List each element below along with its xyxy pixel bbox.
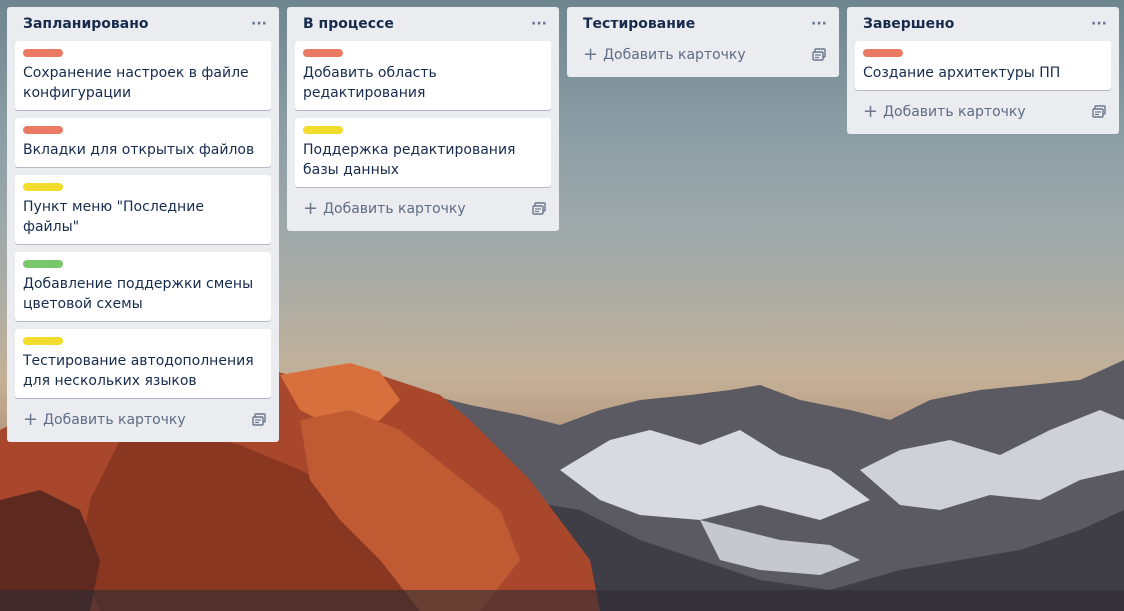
list-testirovanie: Тестирование ··· + Добавить карточку	[567, 7, 839, 77]
plus-icon: +	[583, 44, 599, 65]
card[interactable]: Создание архитектуры ПП	[855, 41, 1111, 90]
card-label-red[interactable]	[23, 49, 63, 57]
list-zaplanirovano: Запланировано ··· Сохранение настроек в …	[7, 7, 279, 442]
create-from-template-icon[interactable]	[811, 47, 827, 63]
list-zaversheno: Завершено ··· Создание архитектуры ПП + …	[847, 7, 1119, 134]
card[interactable]: Вкладки для открытых файлов	[15, 118, 271, 167]
card[interactable]: Добавить область редактирования	[295, 41, 551, 110]
list-menu-button[interactable]: ···	[1087, 16, 1111, 32]
add-card-label: Добавить карточку	[603, 47, 746, 63]
card-title: Поддержка редактирования базы данных	[303, 142, 516, 178]
add-card-button[interactable]: + Добавить карточку	[15, 406, 271, 434]
create-from-template-icon[interactable]	[251, 412, 267, 428]
card-label-yellow[interactable]	[23, 337, 63, 345]
card[interactable]: Поддержка редактирования базы данных	[295, 118, 551, 187]
card-list: Создание архитектуры ПП	[855, 41, 1111, 90]
add-card-label: Добавить карточку	[323, 201, 466, 217]
card-label-yellow[interactable]	[23, 183, 63, 191]
add-card-label: Добавить карточку	[43, 412, 186, 428]
card-label-red[interactable]	[303, 49, 343, 57]
list-title[interactable]: Тестирование	[583, 16, 695, 32]
list-title[interactable]: В процессе	[303, 16, 394, 32]
add-card-button[interactable]: + Добавить карточку	[575, 41, 831, 69]
card-title: Создание архитектуры ПП	[863, 65, 1061, 81]
card[interactable]: Добавление поддержки смены цветовой схем…	[15, 252, 271, 321]
card-label-yellow[interactable]	[303, 126, 343, 134]
list-menu-button[interactable]: ···	[807, 16, 831, 32]
card[interactable]: Пункт меню "Последние файлы"	[15, 175, 271, 244]
card-label-red[interactable]	[863, 49, 903, 57]
board: Запланировано ··· Сохранение настроек в …	[0, 0, 1124, 611]
list-title[interactable]: Запланировано	[23, 16, 149, 32]
list-menu-button[interactable]: ···	[247, 16, 271, 32]
add-card-label: Добавить карточку	[883, 104, 1026, 120]
create-from-template-icon[interactable]	[1091, 104, 1107, 120]
plus-icon: +	[303, 198, 319, 219]
list-header: В процессе ···	[295, 7, 551, 41]
list-header: Запланировано ···	[15, 7, 271, 41]
card-list: Сохранение настроек в файле конфигурации…	[15, 41, 271, 398]
list-header: Завершено ···	[855, 7, 1111, 41]
card-list: Добавить область редактирования Поддержка…	[295, 41, 551, 187]
card-title: Добавить область редактирования	[303, 65, 437, 101]
list-v-processe: В процессе ··· Добавить область редактир…	[287, 7, 559, 231]
card-label-red[interactable]	[23, 126, 63, 134]
card-title: Пункт меню "Последние файлы"	[23, 199, 204, 235]
plus-icon: +	[23, 409, 39, 430]
plus-icon: +	[863, 101, 879, 122]
add-card-button[interactable]: + Добавить карточку	[855, 98, 1111, 126]
card-title: Вкладки для открытых файлов	[23, 142, 255, 158]
list-header: Тестирование ···	[575, 7, 831, 41]
list-menu-button[interactable]: ···	[527, 16, 551, 32]
add-card-button[interactable]: + Добавить карточку	[295, 195, 551, 223]
card-title: Сохранение настроек в файле конфигурации	[23, 65, 249, 101]
card[interactable]: Сохранение настроек в файле конфигурации	[15, 41, 271, 110]
card-title: Добавление поддержки смены цветовой схем…	[23, 276, 254, 312]
card-title: Тестирование автодополнения для нескольк…	[23, 353, 254, 389]
card-label-green[interactable]	[23, 260, 63, 268]
create-from-template-icon[interactable]	[531, 201, 547, 217]
card[interactable]: Тестирование автодополнения для нескольк…	[15, 329, 271, 398]
list-title[interactable]: Завершено	[863, 16, 954, 32]
